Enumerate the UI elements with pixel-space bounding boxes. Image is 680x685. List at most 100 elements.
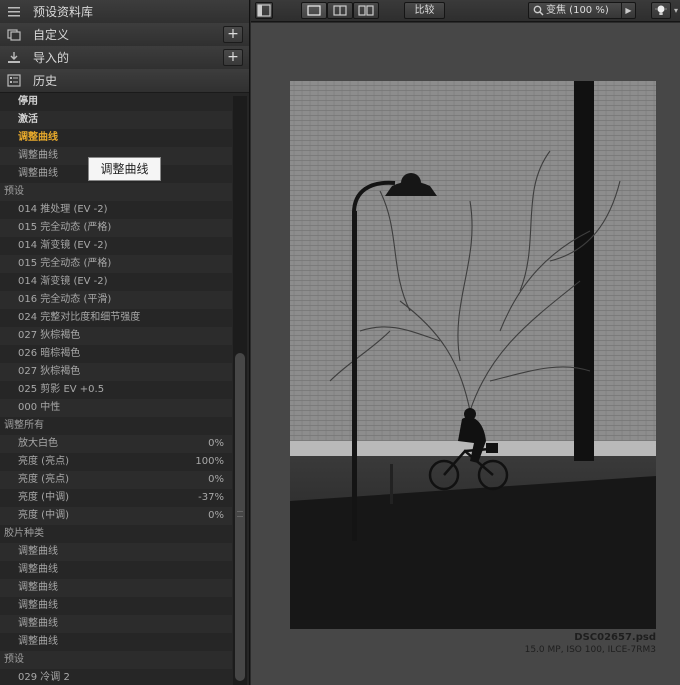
history-item-value: -37% (198, 492, 224, 503)
history-item-label: 调整曲线 (18, 600, 58, 611)
history-item-label: 026 暗棕褐色 (18, 348, 81, 359)
dual-view-icon (358, 5, 374, 16)
single-view-button[interactable] (301, 2, 327, 19)
history-item[interactable]: 027 狄棕褐色 (0, 327, 232, 345)
add-imported-button[interactable]: + (223, 49, 243, 66)
history-item-label: 调整曲线 (18, 546, 58, 557)
history-item-label: 预设 (4, 654, 24, 665)
history-item-label: 调整曲线 (18, 564, 58, 575)
history-item-label: 胶片种类 (4, 528, 44, 539)
dual-view-button[interactable] (353, 2, 379, 19)
history-item-label: 调整曲线 (18, 150, 58, 161)
history-item-label: 029 冷调 2 (18, 672, 70, 683)
history-item-label: 调整所有 (4, 420, 44, 431)
chevron-right-icon[interactable]: ▶ (621, 3, 635, 18)
history-group-header[interactable]: 预设 (0, 183, 232, 201)
app-window: 预设资料库 自定义 + 导入的 + 历史 停用 激活 调整曲线 调整曲线 调整曲线 预设 0… (0, 0, 680, 685)
history-item[interactable]: 亮度 (中调) -37% (0, 489, 232, 507)
history-item[interactable]: 亮度 (亮点) 100% (0, 453, 232, 471)
history-scrollbar[interactable] (233, 96, 247, 685)
history-item-label: 025 剪影 EV +0.5 (18, 384, 105, 395)
import-icon (7, 51, 21, 64)
history-item-label: 027 狄棕褐色 (18, 330, 81, 341)
list-icon (7, 5, 21, 18)
history-item[interactable]: 014 渐变镜 (EV -2) (0, 237, 232, 255)
history-item-label: 016 完全动态 (平滑) (18, 294, 112, 305)
tooltip: 调整曲线 (88, 157, 161, 181)
history-item[interactable]: 024 完整对比度和细节强度 (0, 309, 232, 327)
photo-info: 15.0 MP, ISO 100, ILCE-7RM3 (524, 645, 656, 655)
compare-button[interactable]: 比较 (404, 2, 445, 19)
history-item[interactable]: 000 中性 (0, 399, 232, 417)
history-group-header[interactable]: 预设 (0, 651, 232, 669)
history-item-value: 0% (208, 510, 224, 521)
image-viewer: DSC02657.psd 15.0 MP, ISO 100, ILCE-7RM3 (251, 23, 680, 685)
history-item-label: 024 完整对比度和细节强度 (18, 312, 141, 323)
history-item[interactable]: 调整曲线 (0, 561, 232, 579)
history-item-label: 亮度 (中调) (18, 492, 69, 503)
history-item[interactable]: 亮度 (中调) 0% (0, 507, 232, 525)
dropdown-arrow-icon[interactable]: ▾ (674, 6, 678, 15)
history-item[interactable]: 调整曲线 (0, 615, 232, 633)
panel-toggle-button[interactable] (255, 2, 273, 19)
history-item-value: 100% (195, 456, 224, 467)
history-item[interactable]: 调整曲线 (0, 597, 232, 615)
history-item-label: 停用 (18, 96, 38, 107)
history-item-label: 调整曲线 (18, 636, 58, 647)
history-item[interactable]: 亮度 (亮点) 0% (0, 471, 232, 489)
photo-filename: DSC02657.psd (574, 632, 656, 643)
history-item-label: 015 完全动态 (严格) (18, 222, 112, 233)
history-group-header[interactable]: 调整所有 (0, 417, 232, 435)
history-item[interactable]: 016 完全动态 (平滑) (0, 291, 232, 309)
history-item-value: 0% (208, 438, 224, 449)
history-item-label: 调整曲线 (18, 618, 58, 629)
history-item-value: 0% (208, 474, 224, 485)
single-view-icon (307, 5, 321, 16)
history-item-label: 亮度 (中调) (18, 510, 69, 521)
history-item-label: 015 完全动态 (严格) (18, 258, 112, 269)
section-history-label: 历史 (33, 74, 58, 88)
history-item[interactable]: 015 完全动态 (严格) (0, 219, 232, 237)
history-item-label: 000 中性 (18, 402, 61, 413)
history-item[interactable]: 025 剪影 EV +0.5 (0, 381, 232, 399)
history-item-label: 亮度 (亮点) (18, 474, 69, 485)
folder-stack-icon (7, 28, 21, 41)
history-item-label: 预设 (4, 186, 24, 197)
history-item-label: 014 推处理 (EV -2) (18, 204, 108, 215)
scroll-grip-icon (237, 511, 243, 517)
history-item[interactable]: 015 完全动态 (严格) (0, 255, 232, 273)
split-view-button[interactable] (327, 2, 353, 19)
history-item[interactable]: 014 渐变镜 (EV -2) (0, 273, 232, 291)
history-item[interactable]: 激活 (0, 111, 232, 129)
history-item[interactable]: 026 暗棕褐色 (0, 345, 232, 363)
history-item[interactable]: 027 狄棕褐色 (0, 363, 232, 381)
history-scroll-thumb[interactable] (235, 353, 245, 681)
history-item-label: 027 狄棕褐色 (18, 366, 81, 377)
panel-toggle-icon (257, 4, 271, 17)
section-imported[interactable]: 导入的 + (0, 46, 249, 70)
lightbulb-button[interactable] (651, 2, 671, 19)
history-item-label: 调整曲线 (18, 168, 58, 179)
history-item[interactable]: 调整曲线 (0, 579, 232, 597)
history-item-label: 调整曲线 (18, 132, 58, 143)
add-custom-button[interactable]: + (223, 26, 243, 43)
history-item[interactable]: 调整曲线 (0, 543, 232, 561)
lightbulb-icon (655, 5, 667, 15)
history-item[interactable]: 014 推处理 (EV -2) (0, 201, 232, 219)
history-item[interactable]: 放大白色 0% (0, 435, 232, 453)
history-item[interactable]: 调整曲线 (0, 633, 232, 651)
section-history[interactable]: 历史 (0, 69, 249, 93)
viewer-toolbar: 比较 变焦 (100 %) ▶ ▾ (251, 0, 680, 22)
section-custom-label: 自定义 (33, 28, 70, 42)
history-item[interactable]: 停用 (0, 93, 232, 111)
split-view-icon (333, 5, 347, 16)
history-item[interactable]: 调整曲线 (0, 129, 232, 147)
history-item[interactable]: 029 冷调 2 (0, 669, 232, 685)
search-icon (533, 5, 544, 21)
photo-preview[interactable] (290, 81, 656, 629)
section-custom[interactable]: 自定义 + (0, 23, 249, 47)
zoom-select[interactable]: 变焦 (100 %) ▶ (528, 2, 636, 19)
history-group-header[interactable]: 胶片种类 (0, 525, 232, 543)
section-presets-library[interactable]: 预设资料库 (0, 0, 249, 24)
zoom-select-value: 变焦 (100 %) (546, 5, 609, 16)
